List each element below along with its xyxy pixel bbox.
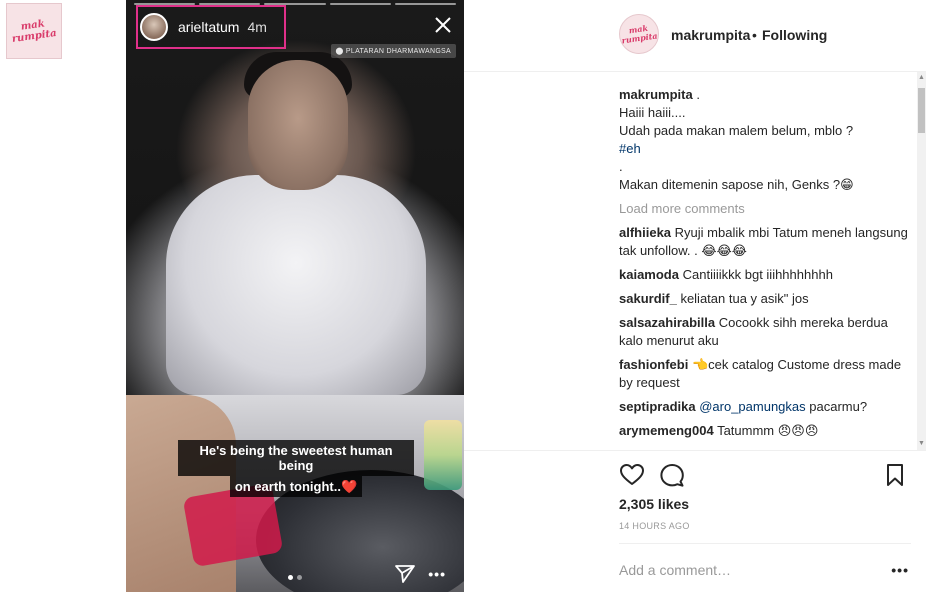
caption-line: Haiii haiii.... <box>619 105 686 120</box>
add-comment-input[interactable] <box>619 560 869 580</box>
story-more-icon[interactable]: ••• <box>428 566 446 582</box>
comment-item: arymemeng004 Tatummm 😠😠😠 <box>619 422 911 440</box>
add-comment-row: ••• <box>619 543 911 592</box>
story-user-badge[interactable]: arieltatum 4m <box>136 5 286 49</box>
page-logo[interactable]: mak rumpita <box>6 3 62 59</box>
comment-username[interactable]: kaiamoda <box>619 267 679 282</box>
story-avatar[interactable] <box>140 13 168 41</box>
comment-username[interactable]: fashionfebi <box>619 357 688 372</box>
post-timestamp[interactable]: 14 HOURS AGO <box>619 521 690 531</box>
hashtag-link[interactable]: #eh <box>619 141 641 156</box>
bookmark-icon[interactable] <box>885 463 905 487</box>
comment-text: Tatummm 😠😠😠 <box>717 423 819 438</box>
carousel-dot-active <box>288 575 293 580</box>
more-options-icon[interactable]: ••• <box>891 562 909 578</box>
location-sticker[interactable]: ⬤ PLATARAN DHARMAWANGSA <box>330 44 456 58</box>
scroll-up-arrow-icon[interactable]: ▲ <box>917 74 926 82</box>
comment-item: salsazahirabilla Cocookk sihh mereka ber… <box>619 314 911 350</box>
send-icon[interactable] <box>394 564 416 584</box>
header-username[interactable]: makrumpita <box>671 27 750 43</box>
comment-username[interactable]: sakurdif_ <box>619 291 677 306</box>
post-panel: mak rumpita makrumpita • Following makru… <box>464 0 926 592</box>
carousel-dot <box>297 575 302 580</box>
comments-list[interactable]: makrumpita . Haiii haiii.... Udah pada m… <box>619 86 911 448</box>
story-caption-line: He's being the sweetest human being <box>178 440 414 476</box>
photo-person-face <box>248 60 348 190</box>
location-pin-icon: ⬤ <box>335 48 344 55</box>
likes-count[interactable]: 2,305 likes <box>619 496 689 512</box>
story-caption-line: on earth tonight..❤️ <box>229 476 363 497</box>
story-caption: He's being the sweetest human being on e… <box>178 440 414 497</box>
comment-item: alfhiieka Ryuji mbalik mbi Tatum meneh l… <box>619 224 911 260</box>
comment-item: kaiamoda Cantiiiikkk bgt iiihhhhhhhh <box>619 266 911 284</box>
post-caption: makrumpita . Haiii haiii.... Udah pada m… <box>619 86 911 194</box>
heart-icon[interactable] <box>619 463 645 487</box>
comment-username[interactable]: alfhiieka <box>619 225 671 240</box>
progress-segment <box>329 3 391 5</box>
load-more-comments-button[interactable]: Load more comments <box>619 198 911 220</box>
comment-text: pacarmu? <box>805 399 868 414</box>
scrollbar-thumb[interactable] <box>918 88 925 133</box>
comment-item: sakurdif_ keliatan tua y asik" jos <box>619 290 911 308</box>
location-name: PLATARAN DHARMAWANGSA <box>345 48 451 55</box>
progress-segment <box>394 3 457 5</box>
story-time: 4m <box>247 19 267 35</box>
comment-bubble-icon[interactable] <box>659 463 685 487</box>
comment-item: septipradika @aro_pamungkas pacarmu? <box>619 398 911 416</box>
post-header: mak rumpita makrumpita • Following <box>464 0 926 72</box>
avatar-wordmark: mak rumpita <box>621 22 659 46</box>
caption-suffix: . <box>696 87 700 102</box>
caption-line: Udah pada makan malem belum, mblo ? <box>619 123 854 138</box>
caption-line: Makan ditemenin sapose nih, Genks ?😁 <box>619 177 854 192</box>
comment-item: fashionfebi 👈cek catalog Custome dress m… <box>619 356 911 392</box>
caption-line: . <box>619 159 623 174</box>
close-icon[interactable] <box>434 16 452 34</box>
comment-username[interactable]: salsazahirabilla <box>619 315 715 330</box>
comment-text: keliatan tua y asik" jos <box>680 291 809 306</box>
story-media[interactable]: arieltatum 4m ⬤ PLATARAN DHARMAWANGSA He… <box>126 0 464 592</box>
comment-username[interactable]: arymemeng004 <box>619 423 714 438</box>
comment-text: Cantiiiikkk bgt iiihhhhhhhh <box>682 267 833 282</box>
header-avatar[interactable]: mak rumpita <box>619 14 659 54</box>
header-separator: • <box>752 27 757 43</box>
caption-username[interactable]: makrumpita <box>619 87 693 102</box>
photo-person-shirt <box>166 175 426 395</box>
comments-scrollbar[interactable]: ▲ ▼ <box>917 72 926 450</box>
mention-link[interactable]: @aro_pamungkas <box>699 399 805 414</box>
following-button[interactable]: Following <box>762 27 827 43</box>
carousel-dots <box>288 575 302 580</box>
post-actions: 2,305 likes 14 HOURS AGO ••• <box>464 450 926 592</box>
logo-wordmark: mak rumpita <box>11 18 58 46</box>
story-username[interactable]: arieltatum <box>178 19 239 35</box>
scroll-down-arrow-icon[interactable]: ▼ <box>917 440 926 448</box>
photo-glass <box>424 420 462 490</box>
comment-username[interactable]: septipradika <box>619 399 696 414</box>
